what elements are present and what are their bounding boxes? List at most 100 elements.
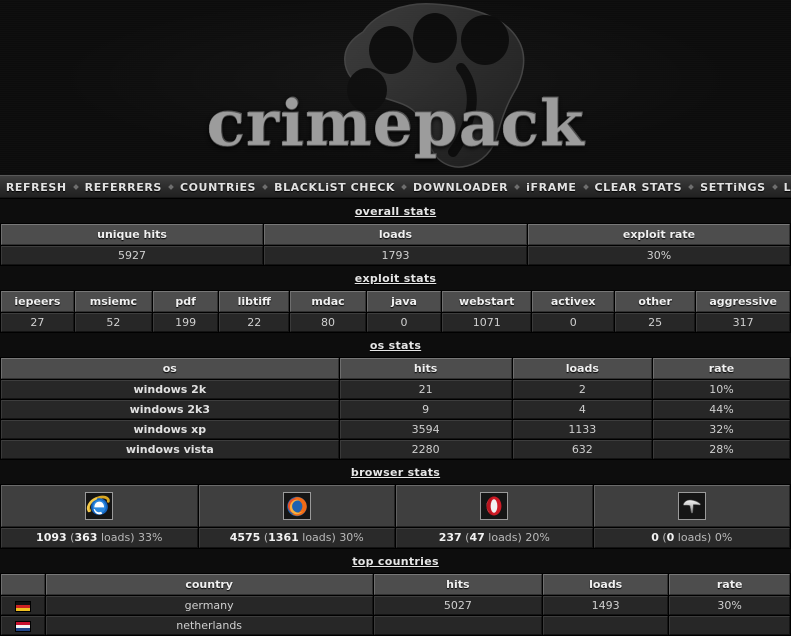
cell-os-name: windows 2k (1, 380, 339, 399)
table-row: netherlands (1, 616, 790, 635)
col-activex: activex (532, 291, 615, 312)
firefox-loads-word: loads (302, 531, 332, 544)
nav-item-downloader[interactable]: DOWNLOADER (413, 181, 508, 194)
cell-os-rate: 10% (652, 380, 790, 399)
cell-mdac: 80 (290, 313, 366, 332)
table-row: 27 52 199 22 80 0 1071 0 25 317 (1, 313, 790, 332)
os-stats-title: os stats (369, 339, 422, 352)
table-header-row: unique hits loads exploit rate (1, 224, 790, 245)
browser-value-row: 1093 (363 loads) 33% 4575 (1361 loads) 3… (1, 528, 790, 548)
col-rate: rate (669, 574, 790, 595)
cell-unique-hits: 5927 (1, 246, 264, 265)
col-loads: loads (512, 358, 652, 379)
cell-os-hits: 9 (339, 400, 512, 419)
table-row: windows xp 3594 1133 32% (1, 420, 790, 439)
cell-os-hits: 2280 (339, 440, 512, 459)
opera-rate: 20% (525, 531, 550, 544)
table-row: windows 2k3 9 4 44% (1, 400, 790, 419)
cell-activex: 0 (532, 313, 615, 332)
col-hits: hits (373, 574, 543, 595)
col-loads: loads (543, 574, 669, 595)
col-pdf: pdf (153, 291, 219, 312)
nav-item-referrers[interactable]: REFERRERS (85, 181, 162, 194)
firefox-hits: 4575 (229, 531, 261, 544)
browser-icon-row (1, 485, 790, 527)
col-webstart: webstart (442, 291, 532, 312)
safari-loads-word: loads (677, 531, 708, 544)
cell-country-hits (373, 616, 543, 635)
nav-separator-icon (401, 184, 407, 190)
cell-os-loads: 4 (512, 400, 652, 419)
browser-cell-ie (1, 485, 198, 527)
table-row: germany 5027 1493 30% (1, 596, 790, 615)
cell-exploit-rate: 30% (527, 246, 790, 265)
col-libtiff: libtiff (219, 291, 290, 312)
col-other: other (615, 291, 696, 312)
col-os: os (1, 358, 339, 379)
nav-separator-icon (688, 184, 695, 190)
nav-item-logout[interactable]: LOGOUT (784, 181, 791, 194)
cell-country-hits: 5027 (373, 596, 543, 615)
browser-stat-ie: 1093 (363 loads) 33% (1, 528, 198, 548)
browser-cell-firefox (198, 485, 395, 527)
col-msiemc: msiemc (74, 291, 153, 312)
page-header: crimepack (0, 0, 791, 175)
browser-stat-opera: 237 (47 loads) 20% (396, 528, 593, 548)
internet-explorer-icon (85, 492, 114, 520)
crimepack-stats-page: crimepack MAiN REFRESH REFERRERS COUNTRi… (0, 0, 791, 636)
nav-item-refresh[interactable]: REFRESH (6, 181, 67, 194)
col-country: country (45, 574, 373, 595)
cell-loads: 1793 (264, 246, 527, 265)
cell-aggressive: 317 (696, 313, 790, 332)
col-unique-hits: unique hits (1, 224, 264, 245)
col-mdac: mdac (290, 291, 366, 312)
nav-item-blacklist-check[interactable]: BLACKLiST CHECK (274, 181, 395, 194)
os-stats-table: os hits loads rate windows 2k 21 2 10% w… (0, 357, 791, 460)
safari-hits: 0 (651, 531, 659, 544)
cell-country-flag (1, 616, 45, 635)
nav-separator-icon (582, 184, 589, 190)
table-header-row: iepeers msiemc pdf libtiff mdac java web… (1, 291, 790, 312)
cell-java: 0 (366, 313, 442, 332)
browser-cell-opera (396, 485, 593, 527)
browser-stats-title: browser stats (350, 466, 441, 479)
cell-os-rate: 44% (652, 400, 790, 419)
firefox-icon (282, 492, 311, 520)
nav-item-clear-stats[interactable]: CLEAR STATS (595, 181, 683, 194)
nav-item-settings[interactable]: SETTiNGS (700, 181, 765, 194)
cell-os-hits: 3594 (339, 420, 512, 439)
col-rate: rate (652, 358, 790, 379)
cell-country-rate: 30% (669, 596, 790, 615)
cell-country-rate (669, 616, 790, 635)
col-aggressive: aggressive (696, 291, 790, 312)
nav-separator-icon (514, 184, 520, 190)
cell-os-name: windows xp (1, 420, 339, 439)
exploit-stats-table: iepeers msiemc pdf libtiff mdac java web… (0, 290, 791, 333)
site-logo-text: crimepack (206, 86, 585, 160)
firefox-loads: 1361 (268, 531, 299, 544)
cell-os-rate: 28% (652, 440, 790, 459)
table-row: 5927 1793 30% (1, 246, 790, 265)
overall-stats-title: overall stats (354, 205, 437, 218)
cell-other: 25 (615, 313, 696, 332)
cell-os-loads: 1133 (512, 420, 652, 439)
cell-msiemc: 52 (74, 313, 153, 332)
nav-item-countries[interactable]: COUNTRiES (180, 181, 256, 194)
col-iepeers: iepeers (1, 291, 74, 312)
safari-icon (677, 492, 706, 520)
table-header-row: country hits loads rate (1, 574, 790, 595)
cell-iepeers: 27 (1, 313, 74, 332)
browser-stat-firefox: 4575 (1361 loads) 30% (198, 528, 395, 548)
opera-icon (480, 492, 509, 520)
cell-pdf: 199 (153, 313, 219, 332)
cell-libtiff: 22 (219, 313, 290, 332)
main-navigation[interactable]: MAiN REFRESH REFERRERS COUNTRiES BLACKLi… (0, 175, 791, 199)
cell-os-name: windows 2k3 (1, 400, 339, 419)
top-countries-title: top countries (352, 555, 439, 568)
nav-item-iframe[interactable]: iFRAME (526, 181, 576, 194)
ie-hits: 1093 (36, 531, 67, 544)
cell-country-flag (1, 596, 45, 615)
nav-items: MAiN REFRESH REFERRERS COUNTRiES BLACKLi… (0, 181, 791, 194)
nav-separator-icon (771, 184, 778, 190)
cell-os-loads: 632 (512, 440, 652, 459)
